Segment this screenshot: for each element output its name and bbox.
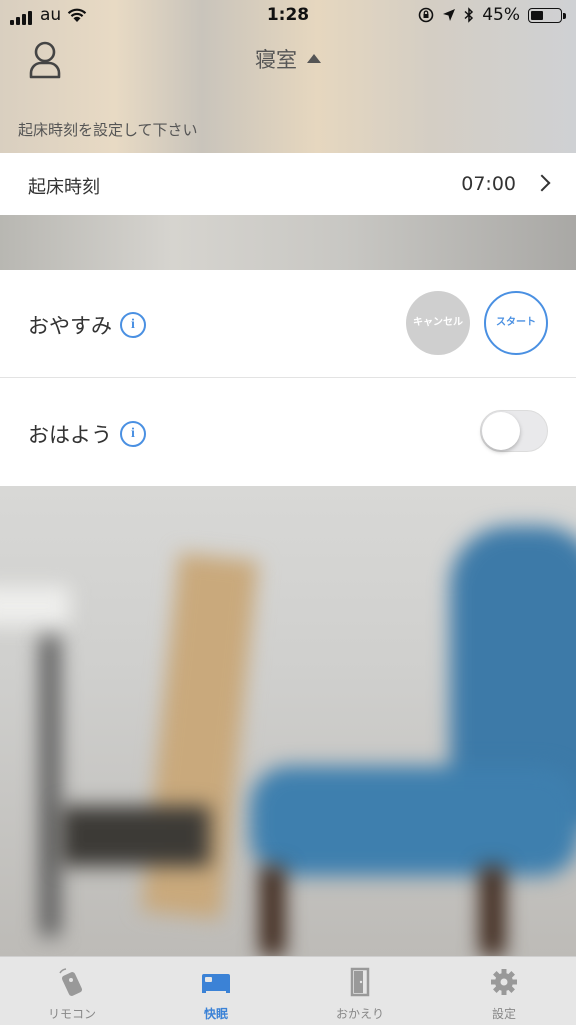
tab-bar: リモコン 快眠 おかえり 設定 <box>0 956 576 1025</box>
sleep-wake-panel: おやすみ i キャンセル スタート おはよう i <box>0 270 576 486</box>
divider <box>0 377 576 378</box>
wake-time-row[interactable]: 起床時刻 07:00 <box>0 153 576 215</box>
tab-welcome-home[interactable]: おかえり <box>288 957 432 1025</box>
tab-remote-label: リモコン <box>47 1007 96 1021</box>
oyasumi-label: おやすみ <box>28 314 112 338</box>
battery-percent: 45% <box>482 5 520 25</box>
tab-sleep[interactable]: 快眠 <box>144 957 288 1025</box>
ohayou-row: おはよう i <box>28 419 146 449</box>
wake-time-value: 07:00 <box>461 173 516 195</box>
start-button[interactable]: スタート <box>484 291 548 355</box>
background-room <box>0 486 576 956</box>
tab-remote[interactable]: リモコン <box>0 957 144 1025</box>
battery-icon <box>528 7 566 23</box>
hint-text: 起床時刻を設定して下さい <box>18 121 198 139</box>
info-icon[interactable]: i <box>120 421 146 447</box>
room-name: 寝室 <box>255 48 297 72</box>
wake-time-label: 起床時刻 <box>28 177 100 198</box>
remote-icon <box>59 968 83 996</box>
rotation-lock-icon <box>418 7 434 23</box>
location-icon <box>443 9 456 21</box>
oyasumi-row: おやすみ i <box>28 310 146 340</box>
tab-welcome-home-label: おかえり <box>335 1007 384 1021</box>
tab-settings[interactable]: 設定 <box>432 957 576 1025</box>
door-icon <box>350 967 370 997</box>
tab-settings-label: 設定 <box>491 1007 516 1021</box>
caret-up-icon <box>307 54 321 63</box>
toggle-knob <box>482 412 520 450</box>
gear-icon <box>491 969 517 995</box>
tab-sleep-label: 快眠 <box>203 1007 228 1021</box>
cancel-button[interactable]: キャンセル <box>406 291 470 355</box>
ohayou-toggle[interactable] <box>480 410 548 452</box>
room-selector[interactable]: 寝室 <box>0 44 576 74</box>
status-bar: au 1:28 45% <box>0 0 576 30</box>
info-icon[interactable]: i <box>120 312 146 338</box>
bluetooth-icon <box>464 7 474 23</box>
bed-icon <box>202 974 230 993</box>
chevron-right-icon <box>533 174 551 192</box>
ohayou-label: おはよう <box>28 423 112 447</box>
